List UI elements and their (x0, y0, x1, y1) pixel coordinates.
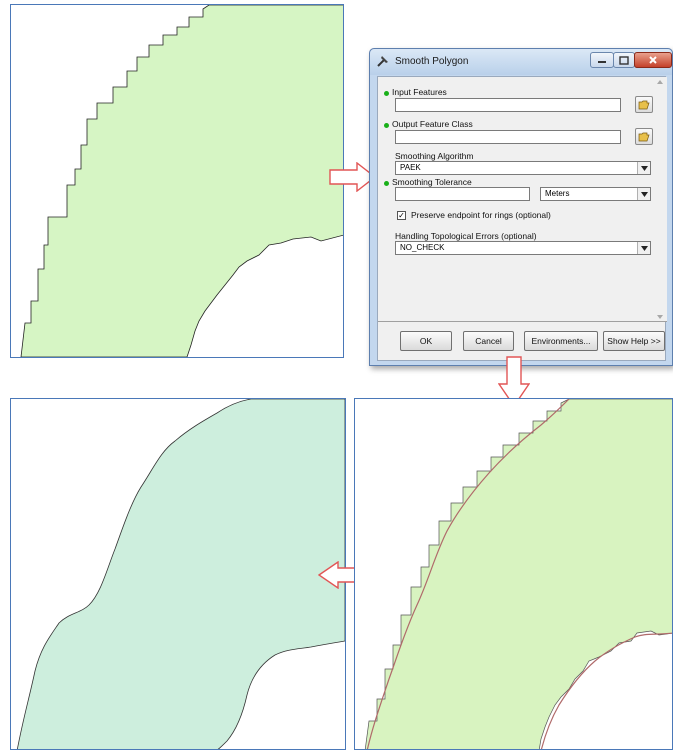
smoothing-algorithm-value: PAEK (400, 163, 421, 172)
smoothing-tolerance-label: Smoothing Tolerance (392, 177, 472, 187)
overlay-stairstep-polygon (364, 399, 672, 749)
minimize-icon (598, 61, 606, 63)
close-icon (649, 56, 657, 64)
output-feature-class-browse-button[interactable] (635, 128, 653, 145)
smoothing-algorithm-label: Smoothing Algorithm (395, 151, 474, 161)
dialog-client-area: Input Features Output Feature Class Smoo… (377, 76, 667, 361)
hammer-icon (377, 56, 388, 67)
minimize-button[interactable] (590, 52, 614, 68)
overlay-polygon-map (364, 399, 672, 749)
required-indicator-icon (384, 123, 389, 128)
preserve-endpoint-label: Preserve endpoint for rings (optional) (411, 210, 551, 220)
chevron-down-icon (637, 188, 650, 200)
overlay-polygon-view (354, 398, 673, 750)
topological-errors-label: Handling Topological Errors (optional) (395, 231, 537, 241)
maximize-icon (619, 55, 629, 65)
chevron-down-icon (637, 242, 650, 254)
required-indicator-icon (384, 91, 389, 96)
show-help-button[interactable]: Show Help >> (603, 331, 665, 351)
scroll-up-icon[interactable] (655, 78, 665, 86)
maximize-button[interactable] (613, 52, 635, 68)
environments-button[interactable]: Environments... (524, 331, 598, 351)
scroll-down-icon[interactable] (655, 313, 665, 321)
original-polygon-map (20, 5, 343, 357)
form-scrollbar[interactable] (655, 78, 665, 321)
folder-open-icon (638, 132, 650, 142)
smooth-polygon-dialog: Smooth Polygon Input Features Output Fea… (369, 48, 673, 366)
cancel-button[interactable]: Cancel (463, 331, 514, 351)
output-feature-class-label: Output Feature Class (392, 119, 473, 129)
tolerance-unit-value: Meters (545, 189, 570, 198)
smoothed-polygon (16, 399, 345, 749)
ok-button[interactable]: OK (400, 331, 452, 351)
close-button[interactable] (634, 52, 672, 68)
topological-errors-select[interactable]: NO_CHECK (395, 241, 651, 255)
input-features-field[interactable] (395, 98, 621, 112)
original-polygon-view (10, 4, 344, 358)
required-indicator-icon (384, 181, 389, 186)
output-feature-class-field[interactable] (395, 130, 621, 144)
smoothing-algorithm-select[interactable]: PAEK (395, 161, 651, 175)
parameters-form: Input Features Output Feature Class Smoo… (378, 77, 667, 322)
preserve-endpoint-checkbox[interactable]: ✓ (397, 211, 406, 220)
input-features-browse-button[interactable] (635, 96, 653, 113)
chevron-down-icon (637, 162, 650, 174)
smoothed-polygon-view (10, 398, 346, 750)
stairstep-polygon (20, 5, 343, 357)
title-bar[interactable]: Smooth Polygon (370, 49, 672, 75)
smoothed-polygon-map (16, 399, 345, 749)
topological-errors-value: NO_CHECK (400, 243, 445, 252)
folder-open-icon (638, 100, 650, 110)
input-features-label: Input Features (392, 87, 447, 97)
dialog-title: Smooth Polygon (395, 56, 469, 67)
smoothing-tolerance-field[interactable] (395, 187, 530, 201)
tolerance-unit-select[interactable]: Meters (540, 187, 651, 201)
